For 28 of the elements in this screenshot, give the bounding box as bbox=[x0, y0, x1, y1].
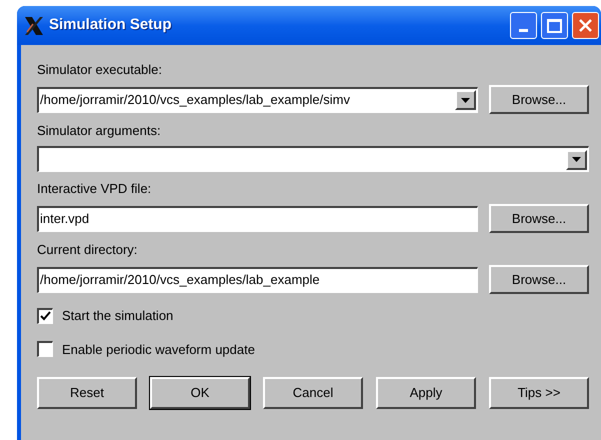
field-label: Interactive VPD file: bbox=[37, 180, 152, 198]
field-label: Current directory: bbox=[37, 241, 138, 259]
minimize-button[interactable] bbox=[510, 12, 537, 39]
field-label: Simulator arguments: bbox=[37, 122, 162, 140]
browse-button[interactable]: Browse... bbox=[489, 204, 589, 233]
input-field[interactable]: /home/jorramir/2010/vcs_examples/lab_example bbox=[37, 266, 478, 292]
checkbox[interactable] bbox=[37, 308, 53, 324]
minimize-icon bbox=[519, 29, 528, 32]
combo-box[interactable]: /home/jorramir/2010/vcs_examples/lab_example/simv bbox=[37, 86, 478, 112]
maximize-button[interactable] bbox=[541, 12, 568, 39]
close-icon bbox=[578, 18, 593, 33]
checkbox[interactable] bbox=[37, 341, 53, 358]
dialog-button[interactable]: Reset bbox=[37, 377, 137, 409]
input-field[interactable]: inter.vpd bbox=[37, 206, 478, 232]
browse-button[interactable]: Browse... bbox=[489, 85, 589, 114]
x-logo-icon bbox=[23, 16, 45, 36]
field-label: Simulator executable: bbox=[37, 61, 164, 79]
checkbox-label: Enable periodic waveform update bbox=[62, 340, 255, 359]
window-title: Simulation Setup bbox=[49, 15, 173, 36]
browse-button[interactable]: Browse... bbox=[489, 265, 589, 294]
dialog-button[interactable]: Cancel bbox=[263, 377, 363, 409]
checkbox-label: Start the simulation bbox=[62, 307, 174, 325]
combo-box[interactable] bbox=[37, 146, 589, 172]
dialog-button[interactable]: Apply bbox=[376, 377, 476, 409]
dialog-button[interactable]: OK bbox=[150, 377, 250, 409]
close-button[interactable] bbox=[572, 12, 599, 39]
dialog-button[interactable]: Tips >> bbox=[489, 377, 589, 409]
maximize-icon bbox=[547, 18, 562, 32]
